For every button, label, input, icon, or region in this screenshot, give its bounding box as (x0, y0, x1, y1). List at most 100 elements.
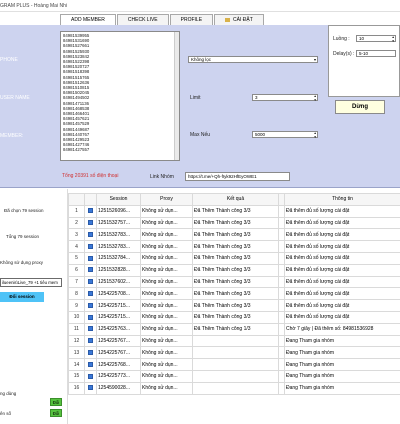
checkbox-checked-icon[interactable] (88, 361, 93, 367)
checkbox-checked-icon[interactable] (88, 314, 93, 320)
table-row[interactable]: 8 1254225708... Không sử dụn... Đã Thêm Thà… (68, 287, 400, 301)
header-result[interactable]: Kết quả (192, 193, 279, 206)
session-path-input[interactable]: ilueenis\Live_79 +1 tiêu mem (0, 278, 62, 287)
checkbox-checked-icon[interactable] (88, 220, 93, 226)
row-info: Đã thêm đủ số lượng cài đặt (284, 216, 400, 230)
row-checkbox[interactable] (84, 358, 97, 371)
row-checkbox[interactable] (84, 287, 97, 301)
row-checkbox[interactable] (84, 310, 97, 324)
row-info: Đã thêm đủ số lượng cài đặt (284, 275, 400, 289)
header-proxy[interactable]: Proxy (140, 193, 193, 206)
row-index: 7 (68, 275, 85, 289)
checkbox-checked-icon[interactable] (88, 385, 93, 391)
row-checkbox[interactable] (84, 263, 97, 277)
phone-count: Tổng 20391 số điện thoại (62, 173, 119, 179)
group-link-value: https://t.me/+Qh-fIyk92HfEyOWE1 (188, 174, 257, 179)
max-input[interactable]: 5000 ▴ ▾ (252, 131, 318, 139)
row-result: Đã Thêm Thành công 3/3 (192, 299, 279, 312)
row-session: 1254225708... (96, 287, 141, 301)
ok-button-1[interactable]: Đổi (50, 398, 62, 406)
header-info[interactable]: Thông tin (284, 193, 400, 206)
table-row[interactable]: 13 1254225767... Không sử dụn... Đang Tham … (68, 346, 400, 360)
tab-settings[interactable]: CÀI ĐẶT (214, 14, 264, 25)
checkbox-checked-icon[interactable] (88, 326, 93, 332)
row-info: Đã thêm đủ số lượng cài đặt (284, 228, 400, 242)
phone-list-textarea[interactable]: 84981539955 84981531690 84981527661 8498152… (60, 31, 180, 161)
row-result: Đã Thêm Thành công 3/3 (192, 287, 279, 301)
row-session: 1251537602... (96, 275, 141, 289)
row-checkbox[interactable] (84, 334, 97, 348)
tab-check-live[interactable]: CHECK LIVE (116, 14, 169, 25)
stop-button[interactable]: Dừng (335, 100, 385, 114)
table-row[interactable]: 5 1251532784... Không sử dụn... Đã Thêm Thà… (68, 251, 400, 265)
checkbox-checked-icon[interactable] (88, 255, 93, 261)
spinner-icon: ▴ ▾ (314, 94, 316, 102)
row-checkbox[interactable] (84, 228, 97, 242)
proxy-label: Không sử dụng proxy (0, 260, 44, 265)
table-row[interactable]: 6 1251532828... Không sử dụn... Đã Thêm Thà… (68, 263, 400, 277)
row-index: 11 (68, 322, 85, 336)
row-checkbox[interactable] (84, 240, 97, 253)
header-session[interactable]: Session (96, 193, 141, 206)
row-session: 1251532828... (96, 263, 141, 277)
checkbox-checked-icon[interactable] (88, 243, 93, 249)
tab-profile[interactable]: PROFILE (169, 14, 214, 25)
checkbox-checked-icon[interactable] (88, 373, 93, 379)
checkbox-checked-icon[interactable] (88, 290, 93, 296)
table-row[interactable]: 4 1251532783... Không sử dụn... Đã Thêm Thà… (68, 240, 400, 253)
delay-input[interactable]: 5-10 (356, 50, 396, 57)
limit-input[interactable]: 3 ▴ ▾ (252, 94, 318, 102)
member-label: MEMBER: (0, 133, 24, 139)
delay-label: Delay(s) : (333, 51, 355, 57)
row-checkbox[interactable] (84, 299, 97, 312)
table-row[interactable]: 2 1251532757... Không sử dụn... Đã Thêm Thà… (68, 216, 400, 230)
table-row[interactable]: 15 1254225773... Không sử dụn... Đang Tham … (68, 369, 400, 383)
row-session: 1254225767... (96, 346, 141, 360)
row-session: 1254225763... (96, 322, 141, 336)
checkbox-checked-icon[interactable] (88, 279, 93, 285)
row-session: 1254225715... (96, 299, 141, 312)
row-proxy: Không sử dụn... (140, 334, 193, 348)
group-link-input[interactable]: https://t.me/+Qh-fIyk92HfEyOWE1 (185, 172, 290, 181)
table-row[interactable]: 3 1251532783... Không sử dụn... Đã Thêm Thà… (68, 228, 400, 242)
checkbox-checked-icon[interactable] (88, 302, 93, 308)
row-checkbox[interactable] (84, 322, 97, 336)
phone-list-scrollbar[interactable] (174, 32, 179, 160)
row-checkbox[interactable] (84, 204, 97, 218)
row-checkbox[interactable] (84, 381, 97, 395)
luong-label: Luồng : (333, 36, 350, 42)
table-row[interactable]: 16 1254590028... Không sử dụn... Đang Tham … (68, 381, 400, 395)
row-proxy: Không sử dụn... (140, 275, 193, 289)
table-row[interactable]: 12 1254225767... Không sử dụn... Đang Tham … (68, 334, 400, 348)
table-row[interactable]: 9 1254225715... Không sử dụn... Đã Thêm Thà… (68, 299, 400, 312)
checkbox-checked-icon[interactable] (88, 231, 93, 237)
row-checkbox[interactable] (84, 216, 97, 230)
row-checkbox[interactable] (84, 369, 97, 383)
luong-input[interactable]: 10 ▴ ▾ (356, 35, 396, 43)
header-check (84, 193, 97, 206)
table-row[interactable]: 11 1254225763... Không sử dụn... Đã Thêm Th… (68, 322, 400, 336)
row-info: Chờ 7 giây | Đã thêm số: 84981536928 (284, 322, 400, 336)
phone-label: PHONE (0, 57, 18, 63)
row-session: 1254225768... (96, 358, 141, 371)
row-checkbox[interactable] (84, 275, 97, 289)
row-session: 1254225767... (96, 334, 141, 348)
table-row[interactable]: 7 1251537602... Không sử dụn... Đã Thêm Thà… (68, 275, 400, 289)
table-row[interactable]: 10 1254225715... Không sử dụn... Đã Thêm Th… (68, 310, 400, 324)
row-checkbox[interactable] (84, 346, 97, 360)
row-proxy: Không sử dụn... (140, 310, 193, 324)
link-label: Link Nhóm (150, 174, 174, 180)
checkbox-checked-icon[interactable] (88, 338, 93, 344)
checkbox-checked-icon[interactable] (88, 267, 93, 273)
checkbox-checked-icon[interactable] (88, 349, 93, 355)
checkbox-checked-icon[interactable] (88, 208, 93, 214)
row-index: 13 (68, 346, 85, 360)
row-checkbox[interactable] (84, 251, 97, 265)
table-row[interactable]: 1 1251526096... Không sử dụn... Đã Thêm Thà… (68, 204, 400, 218)
phone-list-item: 84981427557 (63, 147, 90, 153)
row-index: 12 (68, 334, 85, 348)
filter-dropdown[interactable]: Không lọc ▾ (188, 56, 318, 63)
ok-button-2[interactable]: Đổi (50, 409, 62, 417)
table-row[interactable]: 14 1254225768... Không sử dụn... Đang Tham … (68, 358, 400, 371)
change-session-button[interactable]: Đổi session (0, 292, 44, 302)
